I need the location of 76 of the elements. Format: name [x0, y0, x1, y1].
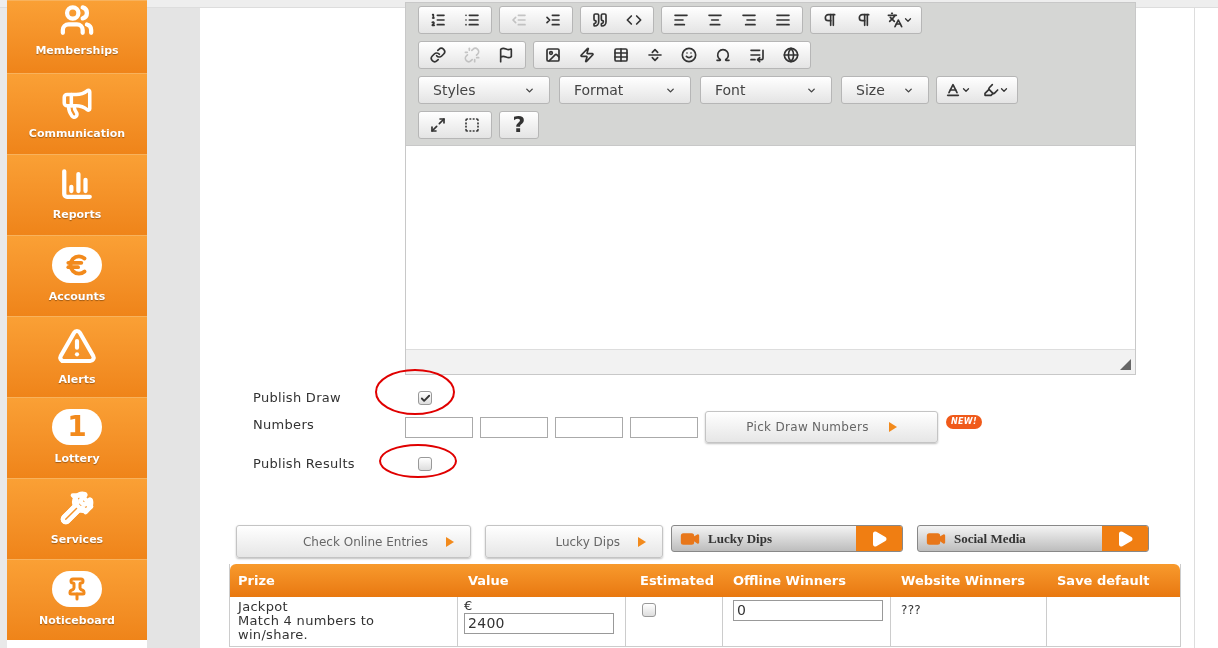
about-button[interactable]: ?: [502, 113, 536, 137]
new-badge: NEW!: [946, 415, 982, 429]
caret-icon: [999, 85, 1009, 95]
checkbox[interactable]: [418, 457, 432, 471]
caret-icon: [903, 15, 913, 25]
number-input[interactable]: [405, 417, 473, 438]
video-button[interactable]: Lucky Dips: [671, 525, 903, 552]
checkbox[interactable]: [418, 391, 432, 405]
toolbar-dropdown[interactable]: Format: [559, 76, 691, 104]
language-icon: [887, 12, 903, 28]
toolbar-dropdown[interactable]: Size: [841, 76, 929, 104]
action-button[interactable]: Check Online Entries: [236, 525, 471, 558]
play-icon: [1102, 526, 1148, 551]
pilcrow-icon: [822, 12, 838, 28]
toolbar-dropdown[interactable]: Font: [700, 76, 832, 104]
maximize-icon: [430, 117, 446, 133]
number-input[interactable]: [630, 417, 698, 438]
video-button[interactable]: Social Media: [917, 525, 1149, 552]
column-header: Save default: [1056, 571, 1151, 590]
offline-winners-input[interactable]: 0: [733, 600, 883, 621]
outdent-icon: [511, 12, 527, 28]
numbered-list-icon: [430, 12, 446, 28]
quote-icon: [592, 12, 608, 28]
field-label: Publish Results: [253, 455, 356, 474]
currency-symbol: €: [464, 599, 474, 613]
megaphone-icon: [60, 85, 94, 120]
caret-icon: [961, 85, 971, 95]
value-input[interactable]: 2400: [464, 613, 614, 634]
prize-name: Jackpot: [238, 600, 289, 614]
field-label: Numbers: [253, 416, 316, 434]
field-label: Publish Draw: [253, 389, 343, 408]
number-badge: 1: [52, 408, 102, 445]
play-icon: [856, 526, 902, 551]
column-header: Estimated: [639, 571, 715, 590]
page-break-icon: [749, 47, 765, 63]
highlighter-icon: [983, 82, 999, 98]
pin-icon: [52, 570, 102, 607]
indent-icon: [545, 12, 561, 28]
horizontal-rule-icon: [647, 47, 663, 63]
align-right-icon: [741, 12, 757, 28]
arrow-icon: [638, 536, 646, 547]
pick-draw-numbers-button[interactable]: Pick Draw Numbers: [705, 411, 938, 443]
table-icon: [613, 47, 629, 63]
column-header: Value: [467, 571, 510, 590]
website-winners-value: ???: [901, 603, 921, 617]
toolbar-dropdown[interactable]: Styles: [418, 76, 550, 104]
pilcrow-icon: [856, 12, 872, 28]
number-input[interactable]: [555, 417, 623, 438]
globe-icon: [783, 47, 799, 63]
lightning-icon: [579, 47, 595, 63]
number-input[interactable]: [480, 417, 548, 438]
align-left-icon: [673, 12, 689, 28]
people-icon: [60, 2, 94, 37]
align-justify-icon: [775, 12, 791, 28]
action-button[interactable]: Lucky Dips: [485, 525, 663, 558]
flag-icon: [498, 47, 514, 63]
code-icon: [626, 12, 642, 28]
unlink-icon: [464, 47, 480, 63]
resize-handle-icon[interactable]: [1120, 359, 1131, 370]
checkbox[interactable]: [642, 603, 656, 617]
link-icon: [430, 47, 446, 63]
bar-chart-icon: [60, 166, 94, 201]
omega-icon: [715, 47, 731, 63]
column-header: Website Winners: [900, 571, 1027, 590]
arrow-icon: [888, 422, 897, 432]
column-header: Prize: [237, 571, 276, 590]
bulleted-list-icon: [464, 12, 480, 28]
align-center-icon: [707, 12, 723, 28]
smiley-icon: [681, 47, 697, 63]
image-icon: [545, 47, 561, 63]
text-color-icon: [945, 82, 961, 98]
show-blocks-icon: [464, 117, 480, 133]
euro-icon: [52, 246, 102, 283]
prize-description: Match 4 numbers to win/share.: [238, 614, 376, 642]
column-header: Offline Winners: [732, 571, 847, 590]
arrow-icon: [446, 536, 454, 547]
